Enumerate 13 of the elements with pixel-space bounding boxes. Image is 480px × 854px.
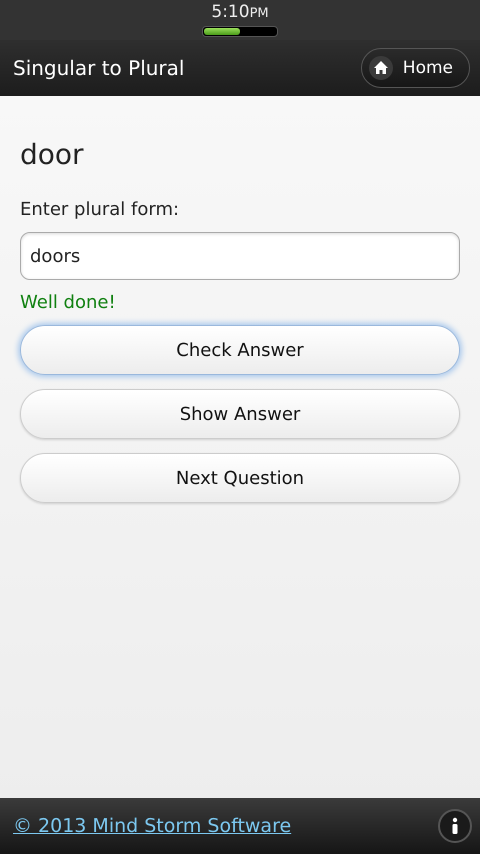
feedback-message: Well done! [20, 292, 117, 313]
home-button[interactable]: Home [360, 48, 470, 88]
action-button[interactable]: Show Answer [20, 389, 460, 439]
status-time: 5:10PM [211, 3, 269, 23]
answer-field[interactable]: doors [20, 232, 460, 280]
prompt-label: Enter plural form: [20, 199, 180, 220]
action-button[interactable]: Next Question [20, 453, 460, 503]
home-icon [368, 56, 393, 80]
header-title: Singular to Plural [13, 56, 184, 80]
action-button[interactable]: Check Answer [20, 325, 460, 375]
battery-icon [202, 26, 278, 37]
info-button[interactable] [438, 809, 472, 843]
singular-word: door [20, 138, 85, 171]
